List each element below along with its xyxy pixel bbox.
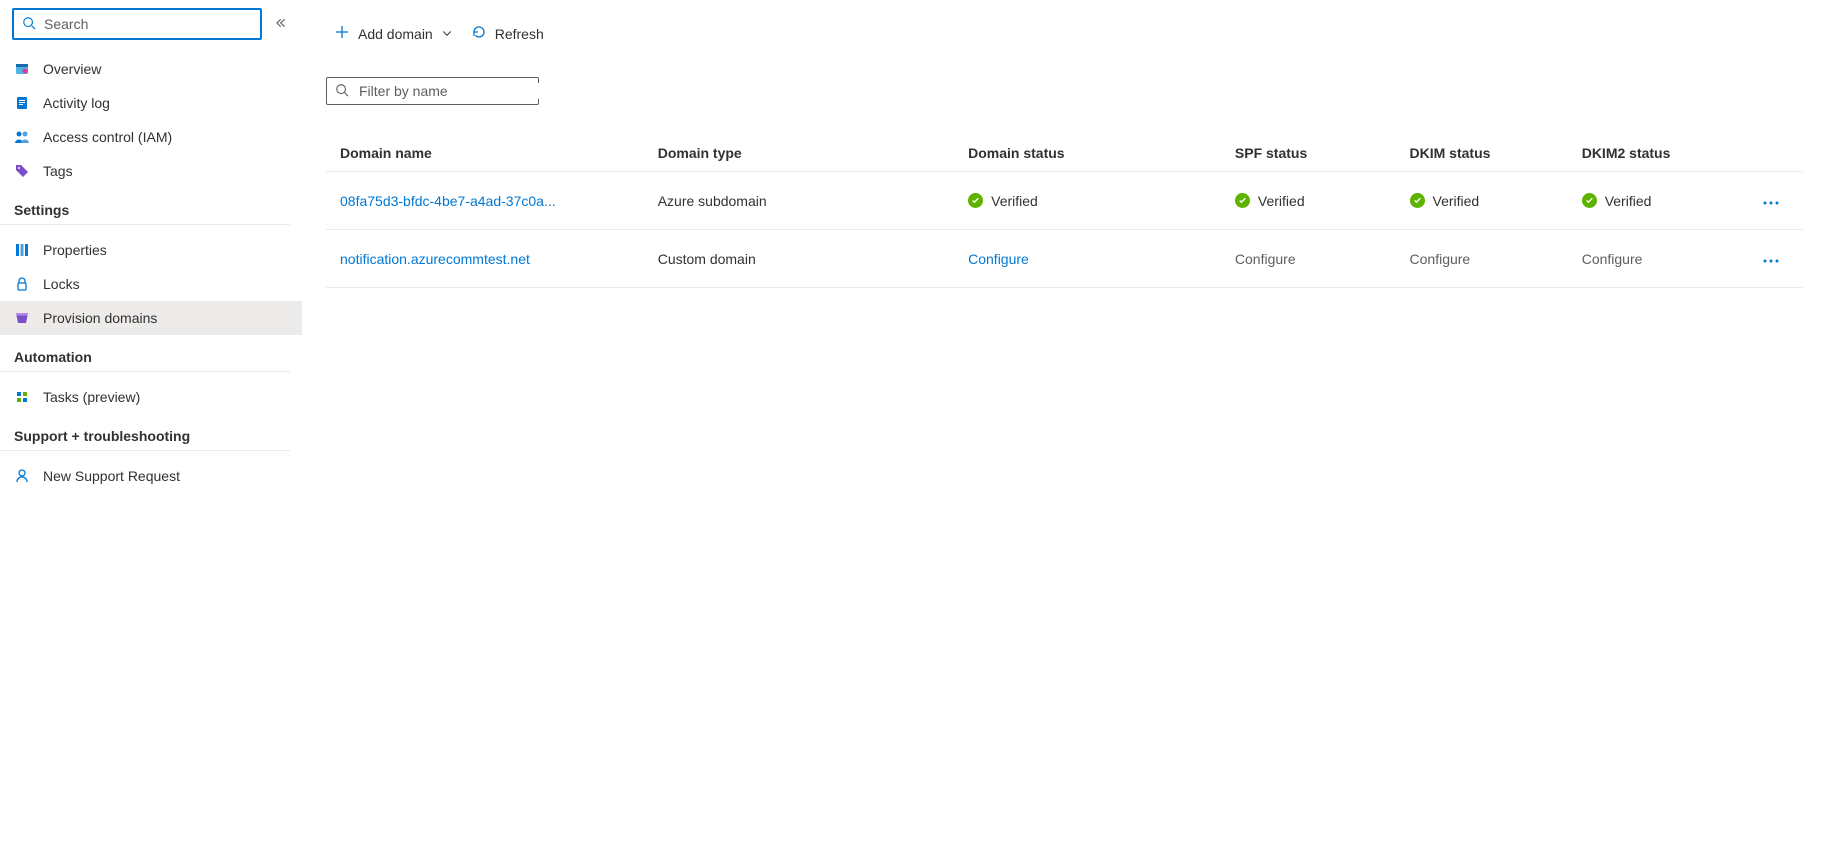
sidebar-item-label: Access control (IAM) xyxy=(43,129,172,145)
sidebar-item-tasks[interactable]: Tasks (preview) xyxy=(0,380,302,414)
plus-icon xyxy=(334,24,350,43)
log-icon xyxy=(14,95,30,111)
support-icon xyxy=(14,468,30,484)
sidebar-item-tag[interactable]: Tags xyxy=(0,154,302,188)
check-circle-icon xyxy=(1582,193,1597,208)
status-label: Verified xyxy=(991,193,1038,209)
sidebar-item-label: Properties xyxy=(43,242,107,258)
status-verified: Verified xyxy=(968,193,1038,209)
th-domain-status[interactable]: Domain status xyxy=(954,135,1221,172)
sidebar-search-input[interactable] xyxy=(44,16,252,32)
row-more-button[interactable] xyxy=(1759,255,1783,267)
sidebar-group-header: Automation xyxy=(0,339,290,372)
check-circle-icon xyxy=(1235,193,1250,208)
sidebar-item-support[interactable]: New Support Request xyxy=(0,459,302,493)
domain-name-link[interactable]: 08fa75d3-bfdc-4be7-a4ad-37c0a... xyxy=(340,193,556,209)
lock-icon xyxy=(14,276,30,292)
status-label: Verified xyxy=(1433,193,1480,209)
configure-disabled: Configure xyxy=(1235,251,1296,267)
sidebar-item-iam[interactable]: Access control (IAM) xyxy=(0,120,302,154)
toolbar: Add domain Refresh xyxy=(326,20,1803,47)
configure-disabled: Configure xyxy=(1582,251,1643,267)
status-label: Verified xyxy=(1605,193,1652,209)
domain-name-link[interactable]: notification.azurecommtest.net xyxy=(340,251,530,267)
th-domain-type[interactable]: Domain type xyxy=(644,135,954,172)
sidebar-search[interactable] xyxy=(12,8,262,40)
sidebar-item-domain[interactable]: Provision domains xyxy=(0,301,302,335)
chevron-down-icon xyxy=(441,26,453,42)
filter-input[interactable] xyxy=(359,83,540,99)
add-domain-label: Add domain xyxy=(358,26,433,42)
domains-table: Domain name Domain type Domain status SP… xyxy=(326,135,1803,288)
sidebar-item-label: Activity log xyxy=(43,95,110,111)
properties-icon xyxy=(14,242,30,258)
sidebar-item-lock[interactable]: Locks xyxy=(0,267,302,301)
sidebar-group-header: Settings xyxy=(0,192,290,225)
sidebar-group-header: Support + troubleshooting xyxy=(0,418,290,451)
configure-link[interactable]: Configure xyxy=(968,251,1029,267)
sidebar-item-label: Provision domains xyxy=(43,310,157,326)
sidebar-item-label: Tasks (preview) xyxy=(43,389,140,405)
search-icon xyxy=(335,83,349,100)
sidebar-item-label: New Support Request xyxy=(43,468,180,484)
domain-type-cell: Azure subdomain xyxy=(644,172,954,230)
add-domain-button[interactable]: Add domain xyxy=(334,20,453,47)
tasks-icon xyxy=(14,389,30,405)
status-verified: Verified xyxy=(1235,193,1305,209)
table-row: 08fa75d3-bfdc-4be7-a4ad-37c0a... Azure s… xyxy=(326,172,1803,230)
iam-icon xyxy=(14,129,30,145)
row-more-button[interactable] xyxy=(1759,197,1783,209)
overview-icon xyxy=(14,61,30,77)
main-content: Add domain Refresh Domain name xyxy=(302,0,1827,860)
configure-disabled: Configure xyxy=(1410,251,1471,267)
th-domain-name[interactable]: Domain name xyxy=(326,135,644,172)
refresh-label: Refresh xyxy=(495,26,544,42)
status-verified: Verified xyxy=(1410,193,1480,209)
check-circle-icon xyxy=(1410,193,1425,208)
sidebar-item-label: Locks xyxy=(43,276,80,292)
sidebar-item-properties[interactable]: Properties xyxy=(0,233,302,267)
sidebar-item-log[interactable]: Activity log xyxy=(0,86,302,120)
check-circle-icon xyxy=(968,193,983,208)
sidebar: Overview Activity log Access control (IAM)… xyxy=(0,0,302,860)
refresh-icon xyxy=(471,24,487,43)
status-label: Verified xyxy=(1258,193,1305,209)
sidebar-item-overview[interactable]: Overview xyxy=(0,52,302,86)
filter-box[interactable] xyxy=(326,77,539,105)
domain-icon xyxy=(14,310,30,326)
sidebar-item-label: Overview xyxy=(43,61,101,77)
th-spf-status[interactable]: SPF status xyxy=(1221,135,1396,172)
th-dkim-status[interactable]: DKIM status xyxy=(1396,135,1568,172)
collapse-sidebar-button[interactable] xyxy=(270,12,290,36)
table-row: notification.azurecommtest.net Custom do… xyxy=(326,230,1803,288)
status-verified: Verified xyxy=(1582,193,1652,209)
search-icon xyxy=(22,16,36,33)
sidebar-item-label: Tags xyxy=(43,163,73,179)
tag-icon xyxy=(14,163,30,179)
refresh-button[interactable]: Refresh xyxy=(471,20,544,47)
th-dkim2-status[interactable]: DKIM2 status xyxy=(1568,135,1740,172)
domain-type-cell: Custom domain xyxy=(644,230,954,288)
